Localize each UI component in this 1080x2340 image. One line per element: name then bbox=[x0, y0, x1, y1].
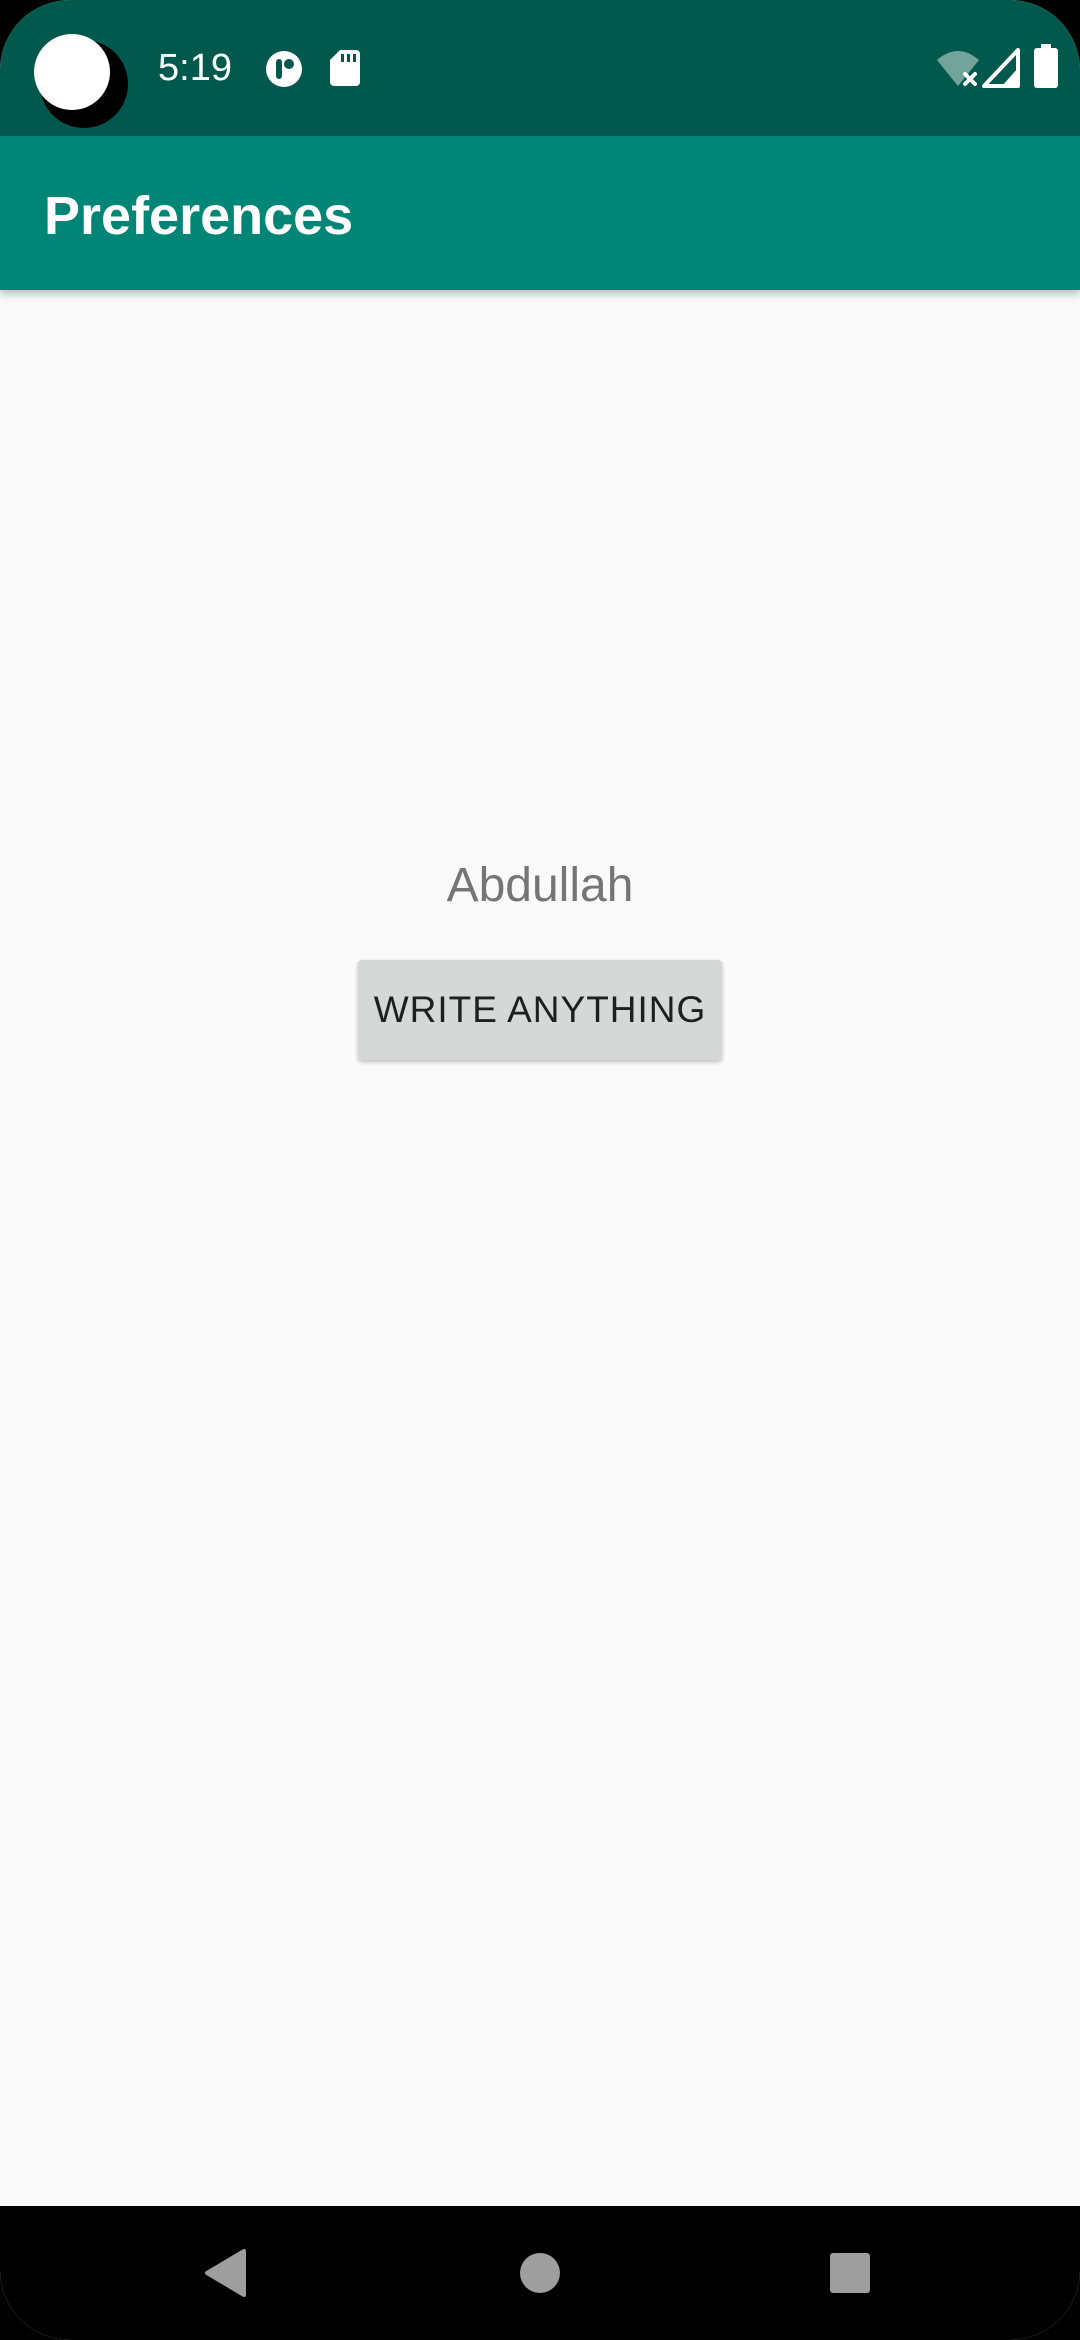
back-triangle-icon bbox=[205, 2249, 246, 2297]
page-title: Preferences bbox=[44, 186, 354, 246]
app-bar: Preferences bbox=[0, 136, 1080, 290]
home-button[interactable] bbox=[460, 2206, 620, 2340]
status-bar: 5:19 bbox=[0, 0, 1080, 136]
notification-app-icon bbox=[265, 50, 303, 93]
navigation-bar bbox=[0, 2206, 1080, 2340]
cell-signal-icon bbox=[982, 48, 1020, 93]
back-button[interactable] bbox=[146, 2206, 306, 2340]
recents-button[interactable] bbox=[770, 2206, 930, 2340]
wifi-off-icon bbox=[935, 48, 981, 93]
sd-card-icon bbox=[330, 50, 360, 91]
home-circle-icon bbox=[520, 2253, 560, 2293]
phone-screen: 5:19 Preferences Abdullah WRITE ANYTHING bbox=[0, 0, 1080, 2340]
camera-cutout bbox=[34, 34, 110, 110]
write-anything-button[interactable]: WRITE ANYTHING bbox=[358, 960, 722, 1060]
main-content: Abdullah WRITE ANYTHING bbox=[0, 290, 1080, 2206]
recents-square-icon bbox=[830, 2253, 870, 2293]
name-text: Abdullah bbox=[446, 859, 634, 912]
status-time: 5:19 bbox=[158, 47, 232, 89]
battery-icon bbox=[1034, 44, 1058, 93]
